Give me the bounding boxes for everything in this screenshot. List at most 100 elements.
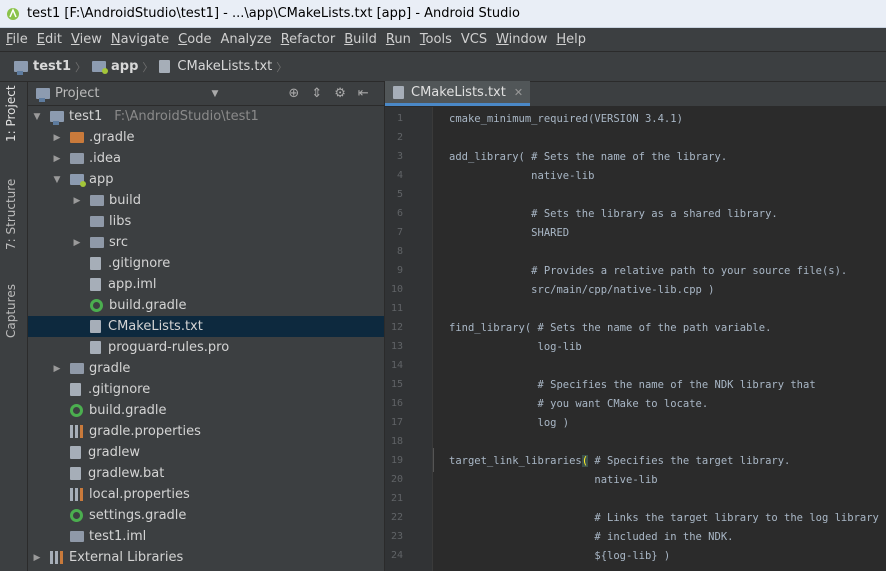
line-number: 5 [396, 189, 403, 200]
tree-item[interactable]: .gitignore [28, 379, 384, 400]
menu-run[interactable]: Run [386, 32, 411, 47]
tree-item[interactable]: gradlew.bat [28, 463, 384, 484]
expanded-arrow-icon[interactable]: ▼ [50, 175, 64, 185]
tree-item[interactable]: libs [28, 211, 384, 232]
tree-item[interactable]: ▼ app [28, 169, 384, 190]
menu-refactor[interactable]: Refactor [281, 32, 336, 47]
tab-cmakelists[interactable]: CMakeLists.txt ✕ [385, 81, 531, 106]
tree-item[interactable]: app.iml [28, 274, 384, 295]
collapsed-arrow-icon[interactable]: ▶ [50, 133, 64, 143]
code-line: native-lib [449, 170, 595, 182]
tree-root[interactable]: ▼ test1 F:\AndroidStudio\test1 [28, 106, 384, 127]
line-number: 9 [396, 265, 403, 276]
line-number: 10 [390, 284, 403, 295]
code-line: # Links the target library to the log li… [449, 512, 879, 524]
code-line: find_library( # Sets the name of the pat… [449, 322, 772, 334]
code-line: # Sets the library as a shared library. [449, 208, 778, 220]
code-line: cmake_minimum_required(VERSION 3.4.1) [449, 113, 683, 125]
menu-bar: File Edit View Navigate Code Analyze Refactor B… [0, 28, 886, 52]
chevron-down-icon[interactable]: ▼ [211, 89, 218, 99]
side-tool-tabs: 1: Project 7: Structure Captures [0, 82, 28, 571]
editor-tab-bar: CMakeLists.txt ✕ [385, 81, 886, 107]
editor: CMakeLists.txt ✕ 1 2 3 4 5 6 7 8 9 10 11 12 13 14 15 16… [385, 81, 886, 571]
tree-item[interactable]: build.gradle [28, 295, 384, 316]
tree-item[interactable]: build.gradle [28, 400, 384, 421]
menu-build[interactable]: Build [344, 32, 377, 47]
collapsed-arrow-icon[interactable]: ▶ [50, 154, 64, 164]
folder-icon [70, 531, 84, 542]
tree-item[interactable]: test1.iml [28, 526, 384, 547]
properties-icon [50, 551, 63, 564]
tab-project[interactable]: 1: Project [4, 85, 18, 142]
project-folder-icon [50, 111, 64, 125]
android-studio-icon [7, 7, 19, 20]
gradle-icon [70, 509, 83, 522]
tree-item[interactable]: ▶ .gradle [28, 127, 384, 148]
tree-item[interactable]: proguard-rules.pro [28, 337, 384, 358]
tree-item[interactable]: .gitignore [28, 253, 384, 274]
hide-icon[interactable]: ⇤ [358, 86, 369, 101]
breadcrumb-file[interactable]: CMakeLists.txt 〉 [159, 59, 293, 75]
code-line: # included in the NDK. [449, 531, 734, 543]
menu-help[interactable]: Help [556, 32, 586, 47]
file-icon [70, 446, 81, 459]
gear-icon[interactable]: ⚙ [334, 86, 346, 101]
menu-code[interactable]: Code [178, 32, 211, 47]
collapsed-arrow-icon[interactable]: ▶ [70, 196, 84, 206]
project-tree: ▼ test1 F:\AndroidStudio\test1 ▶ .gradle ▶… [28, 106, 384, 568]
tree-item[interactable]: gradlew [28, 442, 384, 463]
project-view-icon [36, 88, 50, 102]
line-number: 13 [390, 341, 403, 352]
line-number: 15 [390, 379, 403, 390]
breadcrumb-root[interactable]: test1 〉 [14, 59, 92, 75]
tree-item[interactable]: gradle.properties [28, 421, 384, 442]
menu-edit[interactable]: Edit [37, 32, 62, 47]
folder-icon [90, 237, 104, 248]
breadcrumb-module[interactable]: app 〉 [92, 59, 159, 75]
code-line: ${log-lib} ) [449, 550, 671, 562]
tree-item[interactable]: ▶ gradle [28, 358, 384, 379]
line-number: 2 [396, 132, 403, 143]
project-view-selector[interactable]: Project [55, 86, 99, 101]
line-number: 17 [390, 417, 403, 428]
menu-navigate[interactable]: Navigate [111, 32, 169, 47]
tab-captures[interactable]: Captures [4, 284, 18, 338]
line-number: 4 [396, 170, 403, 181]
line-number: 20 [390, 474, 403, 485]
code-line: log-lib [449, 341, 582, 353]
folder-icon [70, 174, 86, 187]
tree-item[interactable]: ▶ External Libraries [28, 547, 384, 568]
menu-tools[interactable]: Tools [420, 32, 452, 47]
line-number: 23 [390, 531, 403, 542]
code-line: # Specifies the name of the NDK library … [449, 379, 816, 391]
folder-icon [90, 195, 104, 206]
close-icon[interactable]: ✕ [514, 86, 523, 99]
line-number: 21 [390, 493, 403, 504]
menu-vcs[interactable]: VCS [461, 32, 487, 47]
collapse-icon[interactable]: ⇕ [311, 86, 322, 101]
expanded-arrow-icon[interactable]: ▼ [30, 112, 44, 122]
tab-structure[interactable]: 7: Structure [4, 179, 18, 250]
collapsed-arrow-icon[interactable]: ▶ [50, 364, 64, 374]
collapsed-arrow-icon[interactable]: ▶ [30, 553, 44, 563]
line-number: 22 [390, 512, 403, 523]
line-number: 1 [396, 113, 403, 124]
tree-item[interactable]: local.properties [28, 484, 384, 505]
menu-analyze[interactable]: Analyze [220, 32, 271, 47]
line-number: 16 [390, 398, 403, 409]
collapsed-arrow-icon[interactable]: ▶ [70, 238, 84, 248]
menu-view[interactable]: View [71, 32, 102, 47]
file-icon [70, 383, 81, 396]
tree-item[interactable]: ▶ src [28, 232, 384, 253]
menu-file[interactable]: File [6, 32, 28, 47]
tree-item[interactable]: CMakeLists.txt [28, 316, 384, 337]
locate-icon[interactable]: ⊕ [288, 86, 299, 101]
gradle-icon [70, 404, 83, 417]
tree-item[interactable]: ▶ .idea [28, 148, 384, 169]
line-number: 18 [390, 436, 403, 447]
code-line: native-lib [449, 474, 658, 486]
menu-window[interactable]: Window [496, 32, 547, 47]
window-title: test1 [F:\AndroidStudio\test1] - ...\app… [27, 6, 520, 21]
tree-item[interactable]: ▶ build [28, 190, 384, 211]
tree-item[interactable]: settings.gradle [28, 505, 384, 526]
